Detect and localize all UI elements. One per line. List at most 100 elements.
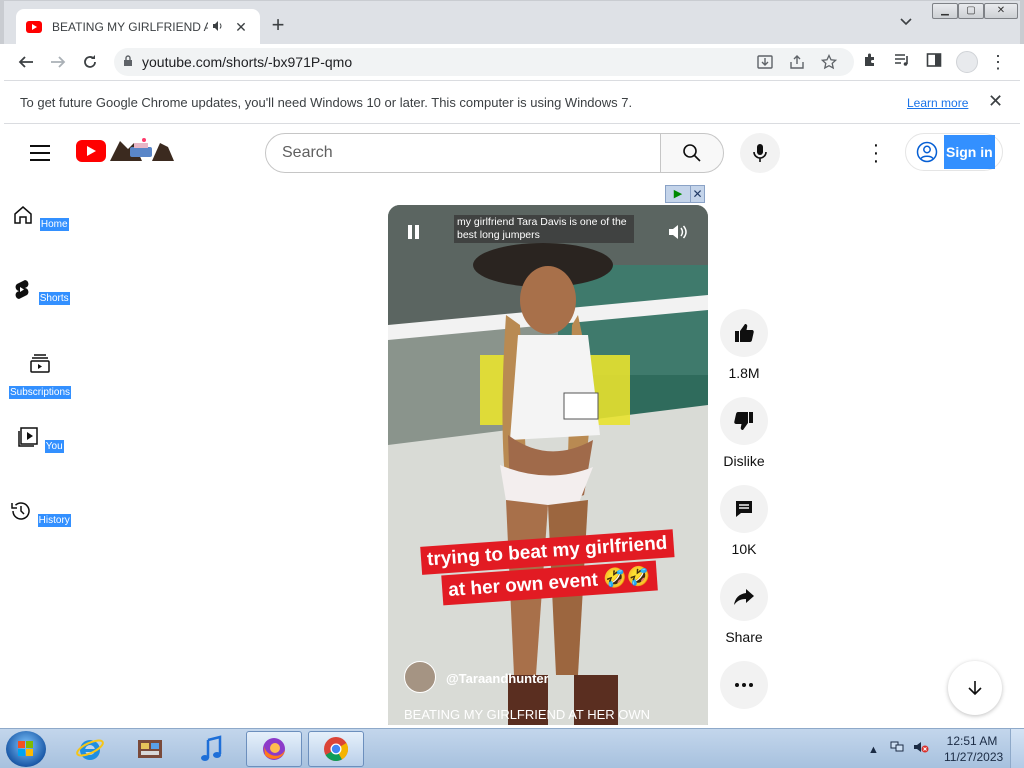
system-tray: ▲ (868, 741, 929, 756)
dislike-action: Dislike (720, 397, 768, 469)
share-arrow-icon (734, 589, 754, 605)
youtube-logo[interactable] (76, 140, 106, 162)
forward-arrow-icon[interactable] (42, 46, 74, 78)
extensions-puzzle-icon[interactable] (860, 52, 880, 72)
tab-search-chevron-icon[interactable] (900, 15, 912, 29)
search-button[interactable] (660, 133, 724, 173)
close-tab-icon[interactable]: ✕ (232, 19, 250, 36)
bookmark-star-icon[interactable] (820, 53, 838, 72)
show-desktop-button[interactable] (1010, 729, 1024, 768)
more-horizontal-icon (735, 683, 753, 687)
address-bar[interactable]: youtube.com/shorts/-bx971P-qmo (114, 48, 854, 76)
chrome-icon[interactable] (308, 731, 364, 767)
youtube-page: Search · · · Sign in Home Shorts Subscript… (4, 125, 1020, 725)
clock-time: 12:51 AM (946, 734, 998, 748)
firefox-icon[interactable] (246, 731, 302, 767)
youtube-doodle-logo[interactable] (108, 137, 176, 163)
media-control-icon[interactable] (892, 52, 912, 72)
sidebar-item-you[interactable]: You (4, 425, 76, 454)
account-circle-icon (916, 141, 938, 163)
itunes-music-icon[interactable] (184, 731, 240, 767)
sign-in-label: Sign in (944, 135, 995, 169)
ad-close-icon[interactable]: ✕ (690, 186, 704, 202)
sidebar-item-history[interactable]: History (4, 499, 76, 528)
channel-name[interactable]: @Taraandhunter (446, 671, 549, 686)
minimize-button[interactable]: ▁ (932, 3, 958, 19)
back-arrow-icon[interactable] (10, 46, 42, 78)
next-video-button[interactable] (948, 661, 1002, 715)
browser-tab[interactable]: BEATING MY GIRLFRIEND AT ✕ (16, 9, 260, 45)
microphone-icon (753, 144, 767, 162)
clock-date: 11/27/2023 (944, 750, 1004, 764)
youtube-favicon-icon (26, 21, 42, 33)
speaker-icon[interactable] (212, 20, 228, 35)
comment-count: 10K (731, 541, 757, 557)
voice-search-button[interactable] (740, 133, 780, 173)
windows-taskbar: ▲ 12:51 AM 11/27/2023 (0, 728, 1024, 768)
shorts-video-player[interactable]: my girlfriend Tara Davis is one of the b… (388, 205, 708, 725)
arrow-down-icon (968, 681, 982, 696)
network-icon[interactable] (890, 741, 907, 756)
profile-avatar-icon[interactable] (956, 51, 978, 73)
install-app-icon[interactable] (756, 54, 774, 72)
sidebar-label-home: Home (39, 218, 69, 231)
new-tab-button[interactable]: + (268, 13, 288, 37)
subscriptions-icon (30, 354, 50, 373)
taskbar-clock[interactable]: 12:51 AM 11/27/2023 (944, 733, 1004, 765)
infobar-message: To get future Google Chrome updates, you… (20, 95, 633, 110)
maximize-button[interactable]: ▢ (958, 3, 984, 19)
windows-logo-icon (18, 741, 34, 757)
lock-icon[interactable] (114, 54, 142, 70)
comments-button[interactable] (720, 485, 768, 533)
pause-icon[interactable] (406, 223, 422, 243)
sign-in-button[interactable]: Sign in (905, 133, 1003, 171)
side-panel-icon[interactable] (924, 52, 944, 72)
sidebar-item-shorts[interactable]: Shorts (4, 277, 76, 306)
infobar-close-icon[interactable]: ✕ (988, 91, 1003, 112)
sidebar-item-home[interactable]: Home (4, 203, 76, 232)
sidebar-label-subscriptions: Subscriptions (8, 386, 72, 399)
close-window-button[interactable]: ✕ (984, 3, 1018, 19)
chrome-menu-icon[interactable]: ⋮ (988, 52, 1008, 72)
tab-strip: BEATING MY GIRLFRIEND AT ✕ + ▁ ▢ ✕ (0, 0, 1024, 45)
reload-icon[interactable] (74, 46, 106, 78)
sidebar-label-history: History (37, 514, 71, 527)
share-label: Share (725, 629, 763, 645)
search-input[interactable]: Search (265, 133, 661, 173)
share-action: Share (720, 573, 768, 645)
dislike-button[interactable] (720, 397, 768, 445)
thumbs-down-icon (734, 412, 753, 430)
tab-title: BEATING MY GIRLFRIEND AT (52, 20, 208, 34)
internet-explorer-icon[interactable] (62, 731, 118, 767)
tray-expand-icon[interactable]: ▲ (868, 744, 879, 756)
channel-avatar[interactable] (404, 661, 436, 693)
video-title[interactable]: BEATING MY GIRLFRIEND AT HER OWN (404, 707, 650, 722)
share-button[interactable] (720, 573, 768, 621)
menu-hamburger-icon[interactable] (30, 145, 50, 166)
comment-icon (736, 501, 752, 517)
update-infobar: To get future Google Chrome updates, you… (4, 80, 1020, 124)
media-gallery-icon[interactable] (122, 731, 178, 767)
share-icon[interactable] (788, 54, 806, 72)
sidebar-label-you: You (44, 440, 64, 453)
sidebar-item-subscriptions[interactable]: Subscriptions (4, 351, 76, 400)
sidebar-label-shorts: Shorts (38, 292, 70, 305)
shorts-icon (15, 280, 29, 299)
start-button[interactable] (6, 731, 46, 767)
volume-icon[interactable] (668, 223, 688, 246)
like-button[interactable] (720, 309, 768, 357)
browser-toolbar: youtube.com/shorts/-bx971P-qmo ⋮ (4, 44, 1020, 80)
ad-play-icon: ▶ (673, 188, 683, 200)
comments-action: 10K (720, 485, 768, 557)
learn-more-link[interactable]: Learn more (907, 96, 968, 110)
home-icon (14, 206, 33, 224)
ad-choices-badge[interactable]: ▶ ✕ (665, 185, 705, 203)
thumbs-up-icon (735, 324, 754, 342)
search-icon (683, 144, 701, 162)
settings-more-icon[interactable]: · · · (866, 135, 886, 171)
more-action (720, 661, 768, 709)
like-count: 1.8M (728, 365, 760, 381)
url-text: youtube.com/shorts/-bx971P-qmo (142, 54, 353, 70)
volume-muted-icon[interactable] (913, 742, 929, 756)
more-options-button[interactable] (720, 661, 768, 709)
